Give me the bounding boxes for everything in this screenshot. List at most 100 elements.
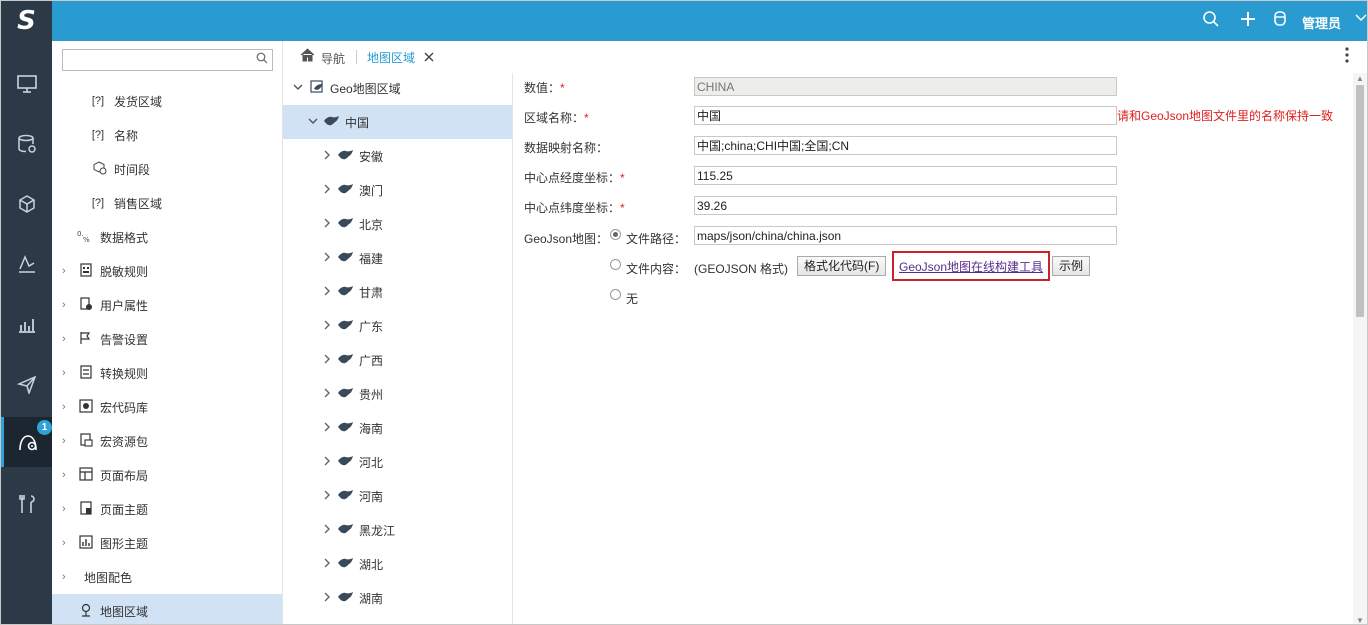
tree-node-province[interactable]: 贵州: [283, 377, 512, 411]
more-vertical-icon[interactable]: [1345, 47, 1349, 66]
resource-settings-icon[interactable]: 1: [1, 417, 52, 467]
bar-chart-icon[interactable]: [1, 299, 52, 349]
sidebar-item-time-period[interactable]: 时间段: [52, 152, 282, 186]
chevron-right-icon[interactable]: [322, 558, 332, 571]
chevron-right-icon[interactable]: ›: [62, 265, 66, 277]
close-icon[interactable]: [424, 49, 434, 65]
chevron-right-icon[interactable]: [322, 354, 332, 367]
chevron-down-icon[interactable]: [1355, 11, 1367, 28]
tree-node-province[interactable]: 安徽: [283, 139, 512, 173]
sidebar-item-map-region[interactable]: 地图区域: [52, 594, 282, 624]
latitude-field[interactable]: [694, 196, 1117, 215]
tab-map-region[interactable]: 地图区域: [367, 49, 415, 66]
chevron-right-icon[interactable]: [322, 422, 332, 435]
region-name-field[interactable]: [694, 106, 1117, 125]
tree-node-province[interactable]: 河南: [283, 479, 512, 513]
chevron-right-icon[interactable]: ›: [62, 469, 66, 481]
sidebar-item-name[interactable]: [?] 名称: [52, 118, 282, 152]
home-icon[interactable]: [300, 48, 315, 65]
none-radio[interactable]: [610, 289, 621, 300]
value-field[interactable]: [694, 77, 1117, 96]
tree-node-province[interactable]: 北京: [283, 207, 512, 241]
database-icon[interactable]: [1, 119, 52, 169]
scroll-thumb[interactable]: [1356, 85, 1364, 317]
chevron-right-icon[interactable]: [322, 456, 332, 469]
tree-node-label: 湖南: [359, 591, 384, 606]
chevron-right-icon[interactable]: [322, 218, 332, 231]
add-icon[interactable]: [1239, 10, 1257, 32]
file-path-radio[interactable]: [610, 229, 621, 240]
chevron-right-icon[interactable]: ›: [62, 299, 66, 311]
chevron-down-icon[interactable]: [308, 116, 318, 129]
sidebar-item-page-theme[interactable]: › 页面主题: [52, 492, 282, 526]
tree-node-province[interactable]: 黑龙江: [283, 513, 512, 547]
tree-node-province[interactable]: 广西: [283, 343, 512, 377]
scroll-down-icon[interactable]: ▼: [1356, 616, 1364, 624]
tree-node-province[interactable]: 湖北: [283, 547, 512, 581]
format-code-button[interactable]: 格式化代码(F): [797, 256, 887, 276]
left-rail: S 1: [1, 1, 52, 624]
tree-node-province[interactable]: 河北: [283, 445, 512, 479]
vertical-scrollbar[interactable]: ▲ ▼: [1353, 73, 1367, 624]
sidebar-item-map-colors[interactable]: › 地图配色: [52, 560, 282, 594]
tab-navigation[interactable]: 导航: [321, 50, 345, 67]
chevron-right-icon[interactable]: ›: [62, 503, 66, 515]
monitor-icon[interactable]: [1, 59, 52, 109]
chevron-down-icon[interactable]: [293, 82, 303, 95]
chevron-right-icon[interactable]: ›: [62, 333, 66, 345]
file-content-radio[interactable]: [610, 259, 621, 270]
chevron-right-icon[interactable]: ›: [62, 537, 66, 549]
sidebar-item-macro-package[interactable]: › 宏资源包: [52, 424, 282, 458]
file-path-field[interactable]: [694, 226, 1117, 245]
chevron-right-icon[interactable]: [322, 150, 332, 163]
chevron-right-icon[interactable]: ›: [62, 435, 66, 447]
chevron-right-icon[interactable]: [322, 320, 332, 333]
tree-node-province[interactable]: 福建: [283, 241, 512, 275]
tree-node-province[interactable]: 澳门: [283, 173, 512, 207]
chevron-right-icon[interactable]: ›: [62, 367, 66, 379]
scroll-up-icon[interactable]: ▲: [1356, 74, 1364, 83]
chevron-right-icon[interactable]: [322, 388, 332, 401]
tools-icon[interactable]: [1, 479, 52, 529]
example-button[interactable]: 示例: [1052, 256, 1091, 276]
chevron-right-icon[interactable]: [322, 286, 332, 299]
sidebar-item-conversion-rules[interactable]: › 转换规则: [52, 356, 282, 390]
sidebar-item-sales-region[interactable]: [?] 销售区域: [52, 186, 282, 220]
chevron-right-icon[interactable]: [322, 252, 332, 265]
chevron-right-icon[interactable]: ›: [62, 401, 66, 413]
send-icon[interactable]: [1, 359, 52, 409]
sidebar-item-user-attributes[interactable]: › 用户属性: [52, 288, 282, 322]
longitude-field[interactable]: [694, 166, 1117, 185]
tree-node-province[interactable]: 广东: [283, 309, 512, 343]
sidebar-item-page-layout[interactable]: › 页面布局: [52, 458, 282, 492]
chevron-right-icon[interactable]: [322, 184, 332, 197]
geojson-builder-link[interactable]: GeoJson地图在线构建工具: [899, 258, 1043, 275]
search-icon[interactable]: [1202, 10, 1220, 32]
sidebar-search-input[interactable]: [62, 49, 273, 71]
chevron-right-icon[interactable]: [322, 592, 332, 605]
sidebar-item-chart-theme[interactable]: › 图形主题: [52, 526, 282, 560]
chevron-right-icon[interactable]: ›: [62, 571, 66, 583]
user-menu-label[interactable]: 管理员: [1302, 13, 1341, 32]
sidebar-item-masking-rules[interactable]: › 脱敏规则: [52, 254, 282, 288]
geojson-format-note: (GEOJSON 格式): [694, 262, 789, 276]
chevron-right-icon[interactable]: [322, 524, 332, 537]
mask-icon: [76, 262, 96, 280]
tree-node-selected[interactable]: 中国: [283, 105, 512, 139]
sidebar-item-label: 名称: [114, 128, 139, 143]
tree-node-province[interactable]: 湖南: [283, 581, 512, 615]
tree-node-province[interactable]: 甘肃: [283, 275, 512, 309]
tree-node-root[interactable]: Geo地图区域: [283, 71, 512, 105]
cube-icon[interactable]: [1, 179, 52, 229]
mapping-name-field[interactable]: [694, 136, 1117, 155]
user-avatar-icon[interactable]: [1272, 10, 1288, 32]
cube-clock-icon: [90, 160, 110, 178]
chevron-right-icon[interactable]: [322, 490, 332, 503]
sidebar-item-shipping-region[interactable]: [?] 发货区域: [52, 84, 282, 118]
search-icon[interactable]: [256, 52, 268, 67]
analysis-icon[interactable]: [1, 239, 52, 289]
sidebar-item-alarm-settings[interactable]: › 告警设置: [52, 322, 282, 356]
sidebar-item-data-format[interactable]: 0.% 数据格式: [52, 220, 282, 254]
sidebar-item-macro-library[interactable]: › 宏代码库: [52, 390, 282, 424]
tree-node-province[interactable]: 海南: [283, 411, 512, 445]
